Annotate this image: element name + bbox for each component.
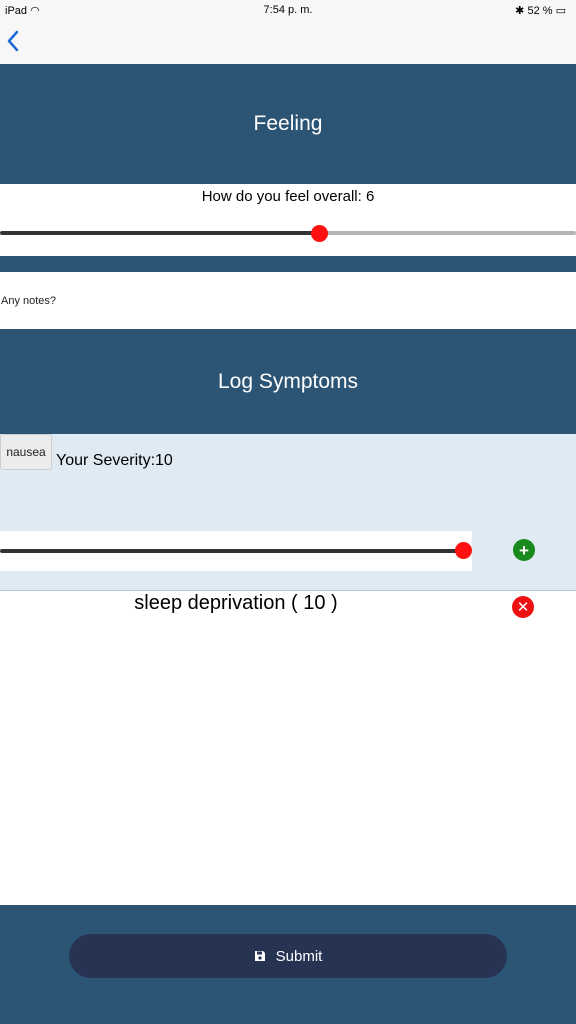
battery-icon: ▭ (555, 5, 566, 17)
bluetooth-icon: ✱ (515, 5, 525, 17)
severity-label: Your Severity:10 (56, 452, 173, 469)
submit-label: Submit (275, 947, 323, 965)
feeling-title: Feeling (253, 112, 323, 135)
battery-percent: 52 % (527, 5, 553, 17)
log-symptoms-header: Log Symptoms (0, 329, 576, 434)
save-icon (254, 951, 265, 961)
close-icon: ✕ (516, 598, 530, 616)
feeling-header: Feeling (0, 64, 576, 184)
status-time: 7:54 p. m. (263, 4, 313, 16)
status-bar: iPad ◠ 7:54 p. m. ✱ 52 % ▭ (0, 0, 576, 20)
plus-icon: + (519, 540, 529, 560)
log-symptoms-title: Log Symptoms (217, 369, 359, 393)
submit-button[interactable]: Submit (69, 934, 507, 978)
notes-placeholder: Any notes? (1, 295, 57, 307)
remove-symptom-button[interactable]: ✕ (512, 596, 534, 618)
overall-slider-track-filled[interactable] (0, 231, 319, 235)
notes-input[interactable] (0, 272, 576, 329)
status-right: ✱ 52 % ▭ (515, 4, 566, 17)
overall-feeling-label: How do you feel overall: 6 (201, 188, 375, 205)
add-symptom-button[interactable]: + (513, 539, 535, 561)
overall-slider-thumb[interactable] (311, 225, 328, 242)
back-chevron-icon[interactable] (5, 28, 21, 54)
section-divider (0, 256, 576, 272)
symptom-select-button[interactable]: nausea (0, 434, 52, 470)
severity-slider-track[interactable] (0, 549, 463, 553)
severity-slider-thumb[interactable] (455, 542, 472, 559)
overall-slider-track[interactable] (319, 231, 576, 235)
logged-symptom-item: sleep deprivation ( 10 ) (134, 592, 338, 614)
nav-bar (0, 20, 576, 64)
